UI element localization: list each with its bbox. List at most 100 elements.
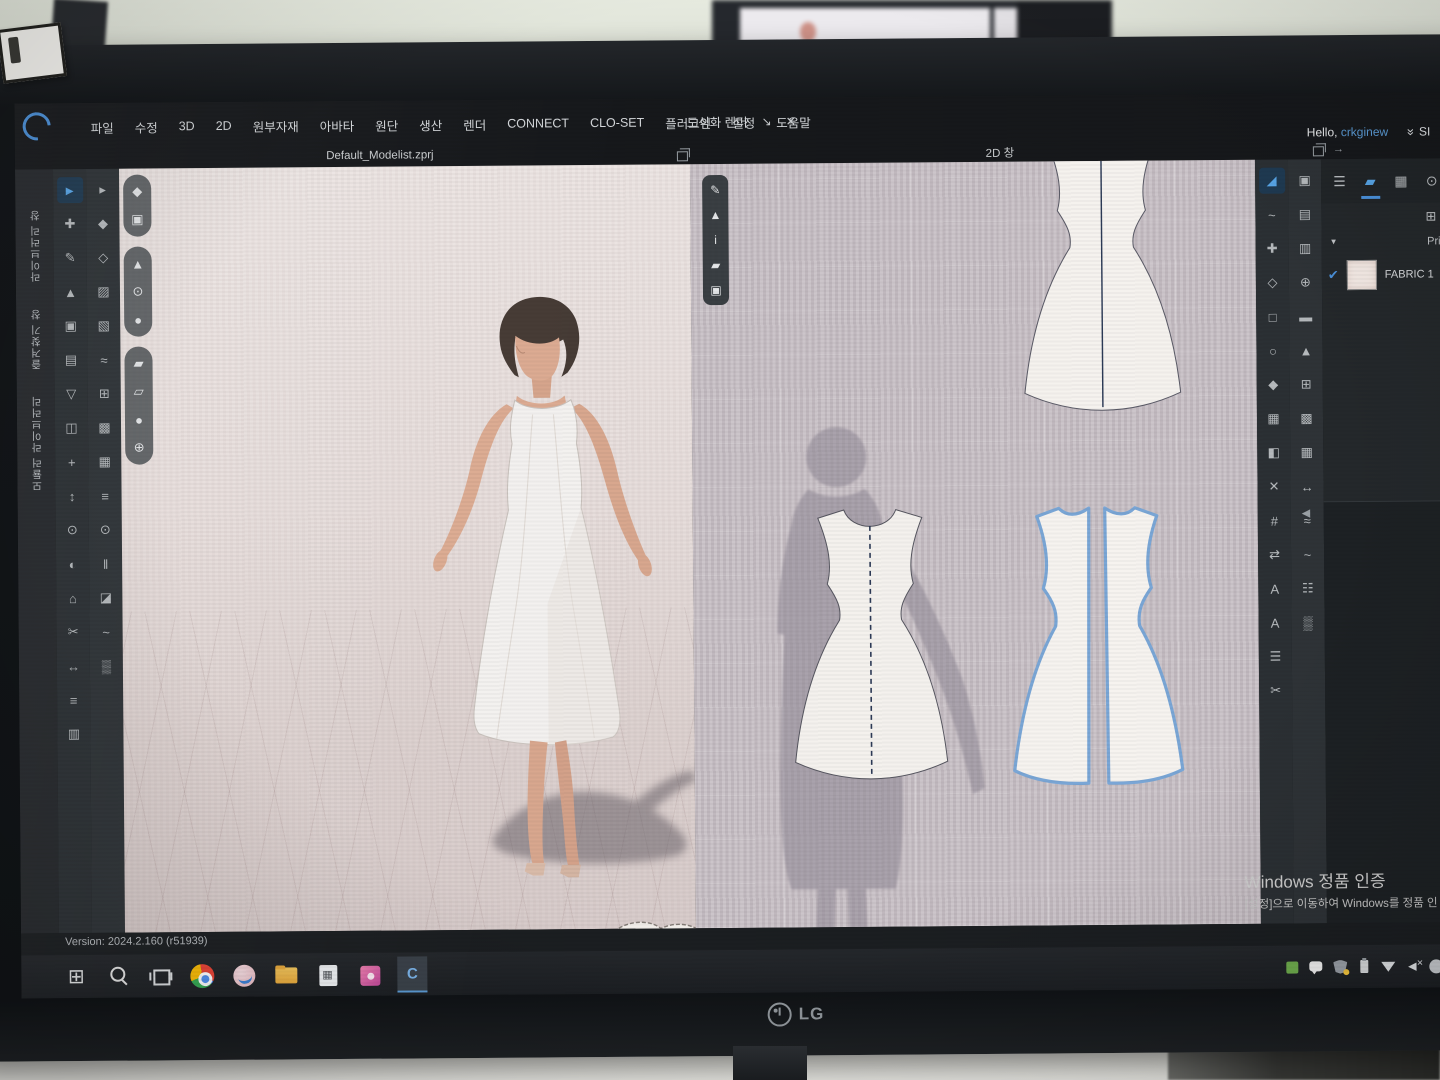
tab-scene-list[interactable]: ☰	[1329, 169, 1350, 193]
pin-display-icon[interactable]: ⊙	[126, 279, 150, 303]
wind-tool[interactable]: ≈	[91, 347, 117, 373]
start-button[interactable]: ⊞	[61, 958, 91, 994]
avatar-display-icon[interactable]: ●	[126, 307, 150, 331]
simulate-tool[interactable]: ▸	[90, 177, 116, 203]
mn-sewing-tool[interactable]: ▥	[1292, 235, 1318, 261]
edit-sewing-tool[interactable]: ⊕	[1292, 269, 1318, 295]
dart-tool[interactable]: ◆	[1260, 372, 1286, 398]
add-fabric-icon[interactable]: ⊞	[1425, 208, 1436, 224]
grab-pattern-tool[interactable]: ⊞	[1293, 371, 1319, 397]
transform-pattern-tool[interactable]: ◢	[1259, 168, 1285, 194]
fabric-checkmark-icon[interactable]: ✔	[1328, 267, 1339, 283]
clo-logo-icon[interactable]	[17, 107, 56, 146]
popup-close-icon[interactable]: ✕	[786, 114, 796, 128]
show-garment-icon[interactable]: ▲	[126, 251, 150, 275]
filter-funnel-icon[interactable]: ▼	[1330, 237, 1338, 246]
viewport-2d[interactable]: ✎ ▲ i ▰ ▣	[690, 160, 1261, 928]
fold-arrangement-tool[interactable]: ▽	[58, 381, 84, 407]
marker-tool[interactable]: ≡	[61, 687, 87, 713]
pattern-info-icon[interactable]: i	[704, 229, 726, 251]
needle-tool[interactable]: ↕	[59, 483, 85, 509]
zipper-tool[interactable]: ‖	[93, 551, 119, 577]
file-explorer-icon[interactable]	[271, 957, 301, 993]
dock-tab-modular-library[interactable]: 모듈러 라이브러리	[28, 396, 44, 492]
menu-materials[interactable]: 원부자재	[253, 116, 299, 135]
fabric-2d-icon[interactable]: ▰	[705, 254, 727, 276]
hanger-tool[interactable]: ⌂	[60, 585, 86, 611]
menu-connect[interactable]: CONNECT	[507, 116, 569, 130]
cut-sew-tool[interactable]: ✂	[1263, 678, 1289, 704]
bundle-tool[interactable]: ▒	[1295, 609, 1321, 635]
fabric-view-off-icon[interactable]: ▱	[127, 379, 151, 403]
calculator-icon[interactable]	[313, 956, 343, 992]
tray-app-icon[interactable]	[1284, 959, 1300, 975]
dock-tab-library[interactable]: 라이브러리 창	[27, 209, 43, 282]
ruler-tool[interactable]: ▥	[61, 721, 87, 747]
flatten-text-tool[interactable]: A	[1262, 610, 1288, 636]
tray-circle-icon[interactable]	[1428, 958, 1440, 974]
select-move-tool[interactable]: ►	[57, 177, 83, 203]
scissors-tool[interactable]: ✂	[60, 619, 86, 645]
username[interactable]: crkginew	[1341, 125, 1388, 139]
trim-tool[interactable]: ◪	[93, 585, 119, 611]
cut-tool[interactable]: ✕	[1261, 474, 1287, 500]
fabric-swatch[interactable]	[1347, 260, 1377, 290]
menu-avatar[interactable]: 아바타	[320, 115, 355, 134]
checker-garment-tool[interactable]: ▦	[92, 449, 118, 475]
tab-trim[interactable]: ▦	[1391, 169, 1412, 193]
restore-2d-window-icon[interactable]	[1313, 146, 1324, 156]
account-menu[interactable]: » SI	[1409, 123, 1431, 138]
collapse-panel-icon[interactable]: ◀	[1302, 506, 1311, 519]
trace-tool[interactable]: #	[1261, 508, 1287, 534]
avatar-skin-icon[interactable]: ●	[127, 407, 151, 431]
steam-tool[interactable]: ≡	[92, 483, 118, 509]
wifi-icon[interactable]	[1380, 958, 1396, 974]
tab-fabric[interactable]: ▰	[1360, 169, 1381, 193]
menu-2d[interactable]: 2D	[216, 119, 232, 133]
popup-minimize-icon[interactable]: ↘	[762, 114, 772, 128]
dock-tab-favorites[interactable]: 즐겨찾기 창	[28, 308, 43, 370]
tab-button[interactable]: ⊙	[1421, 168, 1440, 192]
rectangle-pattern-tool[interactable]: □	[1260, 304, 1286, 330]
pan-tool[interactable]: ✚	[57, 211, 83, 237]
avatar-pair-tool[interactable]: ◫	[58, 415, 84, 441]
sculpt-brush-tool[interactable]: ✎	[57, 245, 83, 271]
texture-2d-icon[interactable]: ▣	[705, 279, 727, 301]
edit-curvature-tool[interactable]: ~	[1259, 202, 1285, 228]
pleat-tool[interactable]: ☰	[1262, 644, 1288, 670]
menu-fabric[interactable]: 원단	[375, 115, 398, 134]
edit-pattern-icon[interactable]: ✎	[704, 179, 726, 201]
measuring-tape-tool[interactable]: ↔	[60, 653, 86, 679]
chrome-icon[interactable]	[187, 957, 217, 993]
expand-panel-icon[interactable]: →	[1333, 143, 1344, 155]
texture-garment-tool[interactable]: ▩	[91, 415, 117, 441]
drag-fabric-tool[interactable]: ▨	[90, 279, 116, 305]
task-view-button[interactable]	[145, 958, 175, 994]
shirring-tool[interactable]: ~	[1294, 541, 1320, 567]
checker-pattern-tool[interactable]: ▦	[1294, 439, 1320, 465]
clo-taskbar-icon[interactable]: C	[397, 956, 427, 992]
search-button[interactable]	[103, 958, 133, 994]
free-sewing-machine-tool[interactable]: ▤	[58, 347, 84, 373]
select-mesh-tool[interactable]: ◆	[90, 211, 116, 237]
menu-3d[interactable]: 3D	[179, 119, 195, 133]
grid-pattern-tool[interactable]: ▦	[1260, 406, 1286, 432]
padding-tool[interactable]: ▒	[93, 653, 119, 679]
steam-iron-tool[interactable]: ▬	[1293, 303, 1319, 329]
button-tool[interactable]: ⊙	[92, 517, 118, 543]
avatar-3d[interactable]	[406, 282, 681, 924]
seam-allowance-tool[interactable]: ◧	[1261, 440, 1287, 466]
volume-muted-icon[interactable]: ◀	[1404, 958, 1420, 974]
measure-tool[interactable]: ↔	[1294, 473, 1320, 499]
segment-sewing-tool[interactable]: ▣	[1292, 167, 1318, 193]
render-style-icon[interactable]: ◆	[125, 179, 149, 203]
attach-garment-tool[interactable]: ▲	[1293, 337, 1319, 363]
mirror-paste-tool[interactable]: ⇄	[1261, 542, 1287, 568]
pattern-back-left[interactable]	[1003, 500, 1097, 793]
fabric-view-on-icon[interactable]: ▰	[126, 351, 150, 375]
environment-icon[interactable]: ⊕	[127, 435, 151, 459]
show-garment-2d-icon[interactable]: ▲	[704, 204, 726, 226]
menu-render[interactable]: 렌더	[463, 114, 486, 133]
pin-tool[interactable]: +	[59, 449, 85, 475]
chat-bubble-icon[interactable]	[1308, 959, 1324, 975]
